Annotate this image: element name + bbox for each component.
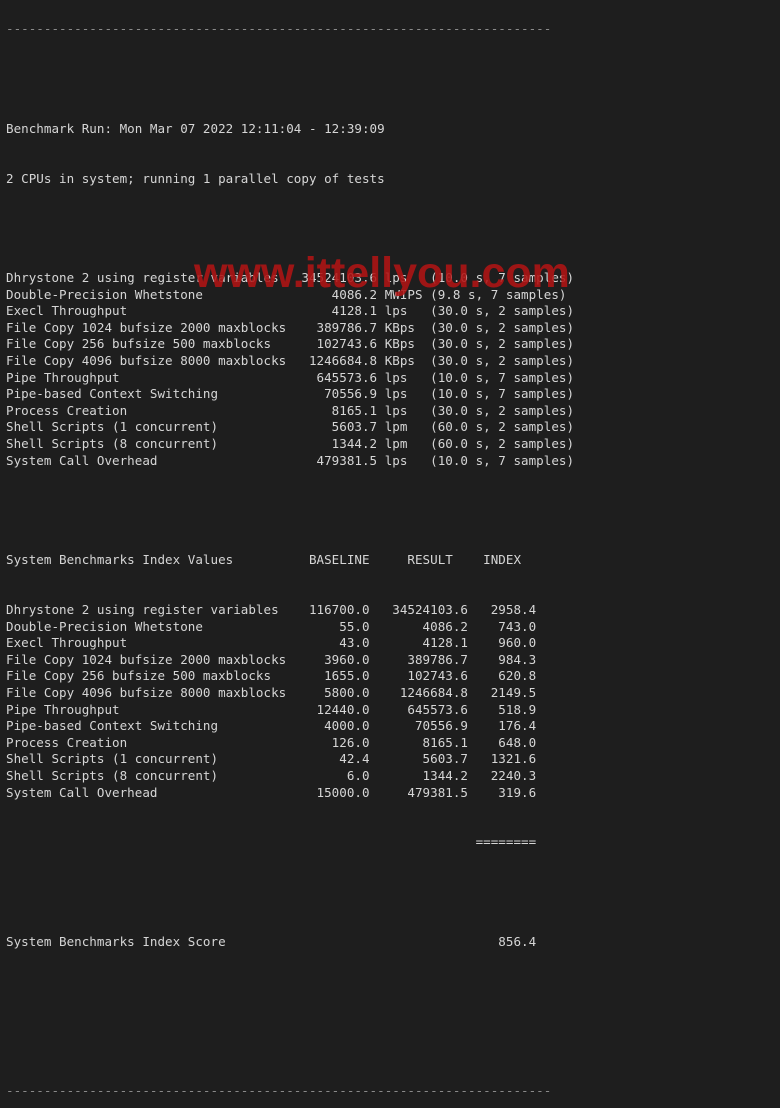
result-row: Double-Precision Whetstone 4086.2 MWIPS … — [6, 286, 567, 302]
benchmark-run-line: Benchmark Run: Mon Mar 07 2022 12:11:04 … — [6, 120, 385, 136]
index-table-row: File Copy 256 bufsize 500 maxblocks 1655… — [6, 668, 537, 684]
result-row: File Copy 256 bufsize 500 maxblocks 1027… — [6, 336, 575, 352]
index-score-line: System Benchmarks Index Score 856.4 — [6, 933, 537, 949]
index-table-row: Shell Scripts (1 concurrent) 42.4 5603.7… — [6, 751, 537, 767]
index-table-row: Process Creation 126.0 8165.1 648.0 — [6, 734, 537, 750]
index-table-row: Execl Throughput 43.0 4128.1 960.0 — [6, 635, 537, 651]
index-table-row: Shell Scripts (8 concurrent) 6.0 1344.2 … — [6, 767, 537, 783]
cpu-info-line: 2 CPUs in system; running 1 parallel cop… — [6, 170, 385, 186]
index-table-row: File Copy 1024 bufsize 2000 maxblocks 39… — [6, 651, 537, 667]
results-list: Dhrystone 2 using register variables 345… — [6, 270, 574, 469]
index-table-row: System Call Overhead 15000.0 479381.5 31… — [6, 784, 537, 800]
result-row: File Copy 1024 bufsize 2000 maxblocks 38… — [6, 319, 575, 335]
index-table-row: Pipe Throughput 12440.0 645573.6 518.9 — [6, 701, 537, 717]
result-row: Shell Scripts (1 concurrent) 5603.7 lpm … — [6, 419, 575, 435]
result-row: File Copy 4096 bufsize 8000 maxblocks 12… — [6, 353, 575, 369]
index-table-row: Pipe-based Context Switching 4000.0 7055… — [6, 718, 537, 734]
terminal-output: ----------------------------------------… — [6, 0, 574, 1108]
index-table-row: File Copy 4096 bufsize 8000 maxblocks 58… — [6, 684, 537, 700]
result-row: Pipe-based Context Switching 70556.9 lps… — [6, 386, 575, 402]
result-row: Pipe Throughput 645573.6 lps (10.0 s, 7 … — [6, 369, 575, 385]
index-divider: ======== — [6, 834, 537, 850]
index-table-row: Double-Precision Whetstone 55.0 4086.2 7… — [6, 618, 537, 634]
result-row: Shell Scripts (8 concurrent) 1344.2 lpm … — [6, 436, 575, 452]
index-table-header: System Benchmarks Index Values BASELINE … — [6, 552, 522, 568]
result-row: Dhrystone 2 using register variables 345… — [6, 270, 575, 286]
result-row: Process Creation 8165.1 lps (30.0 s, 2 s… — [6, 402, 575, 418]
separator-top: ----------------------------------------… — [6, 21, 552, 37]
separator-bottom: ----------------------------------------… — [6, 1083, 552, 1099]
result-row: System Call Overhead 479381.5 lps (10.0 … — [6, 452, 575, 468]
index-table-rows: Dhrystone 2 using register variables 116… — [6, 602, 574, 801]
index-table-row: Dhrystone 2 using register variables 116… — [6, 601, 537, 617]
result-row: Execl Throughput 4128.1 lps (30.0 s, 2 s… — [6, 303, 575, 319]
